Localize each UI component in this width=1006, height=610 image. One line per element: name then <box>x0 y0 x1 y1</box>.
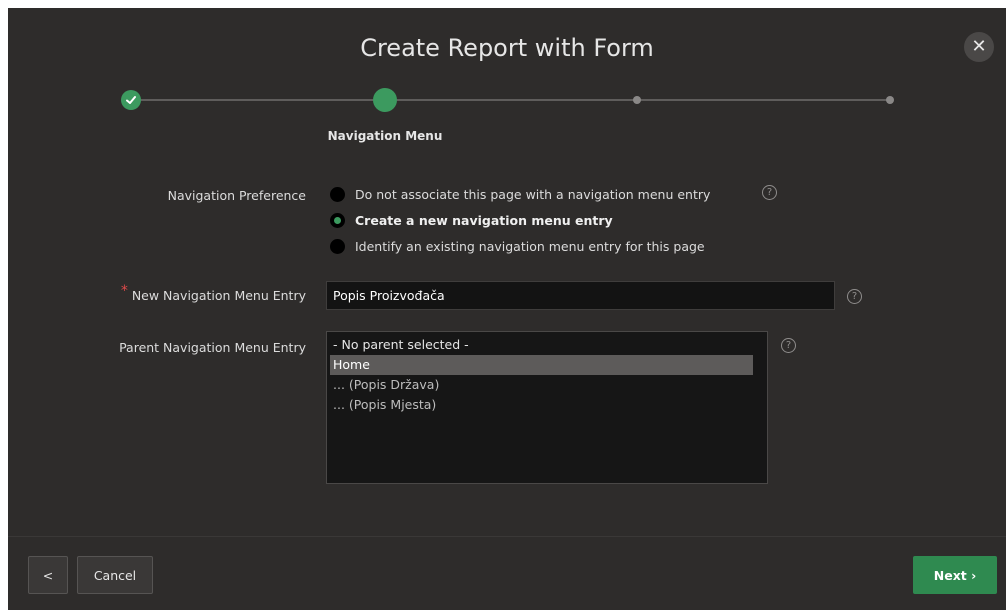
wizard-step-current <box>373 88 397 112</box>
previous-button[interactable]: < <box>28 556 68 594</box>
close-button[interactable]: ✕ <box>964 32 994 62</box>
radio-option-existing[interactable]: Identify an existing navigation menu ent… <box>330 239 705 254</box>
help-icon[interactable]: ? <box>762 185 777 200</box>
radio-button-checked[interactable] <box>330 213 345 228</box>
wizard-step-completed <box>121 90 141 110</box>
help-icon[interactable]: ? <box>781 338 796 353</box>
radio-option-label: Create a new navigation menu entry <box>355 213 613 228</box>
radio-option-label: Identify an existing navigation menu ent… <box>355 239 705 254</box>
checkmark-icon <box>126 96 136 104</box>
close-icon: ✕ <box>971 36 987 57</box>
wizard-line-completed <box>131 99 385 101</box>
parent-navigation-entry-label: Parent Navigation Menu Entry <box>119 340 306 355</box>
footer-divider <box>8 536 1006 537</box>
navigation-preference-label: Navigation Preference <box>167 188 306 203</box>
listbox-option-selected[interactable]: Home <box>330 355 753 375</box>
wizard-step-final <box>886 96 894 104</box>
radio-button[interactable] <box>330 187 345 202</box>
new-navigation-entry-input[interactable] <box>326 281 835 310</box>
wizard-step-upcoming <box>633 96 641 104</box>
listbox-option[interactable]: ... (Popis Država) <box>330 375 753 395</box>
cancel-button[interactable]: Cancel <box>77 556 153 594</box>
next-button[interactable]: Next › <box>913 556 997 594</box>
wizard-step-label: Navigation Menu <box>327 129 443 143</box>
parent-navigation-entry-listbox[interactable]: - No parent selected - Home ... (Popis D… <box>326 331 768 484</box>
required-marker: * <box>120 283 128 299</box>
new-navigation-entry-label-text: New Navigation Menu Entry <box>131 288 306 303</box>
help-icon[interactable]: ? <box>847 289 862 304</box>
radio-option-no-association[interactable]: Do not associate this page with a naviga… <box>330 187 710 202</box>
listbox-option[interactable]: ... (Popis Mjesta) <box>330 395 753 415</box>
listbox-option[interactable]: - No parent selected - <box>330 335 753 355</box>
chevron-left-icon: < <box>42 567 54 583</box>
radio-button[interactable] <box>330 239 345 254</box>
radio-option-create-new[interactable]: Create a new navigation menu entry <box>330 213 613 228</box>
new-navigation-entry-label: * New Navigation Menu Entry <box>121 283 306 304</box>
radio-option-label: Do not associate this page with a naviga… <box>355 187 711 202</box>
dialog-title: Create Report with Form <box>360 34 654 62</box>
create-report-dialog: Create Report with Form ✕ Navigation Men… <box>8 8 1006 610</box>
